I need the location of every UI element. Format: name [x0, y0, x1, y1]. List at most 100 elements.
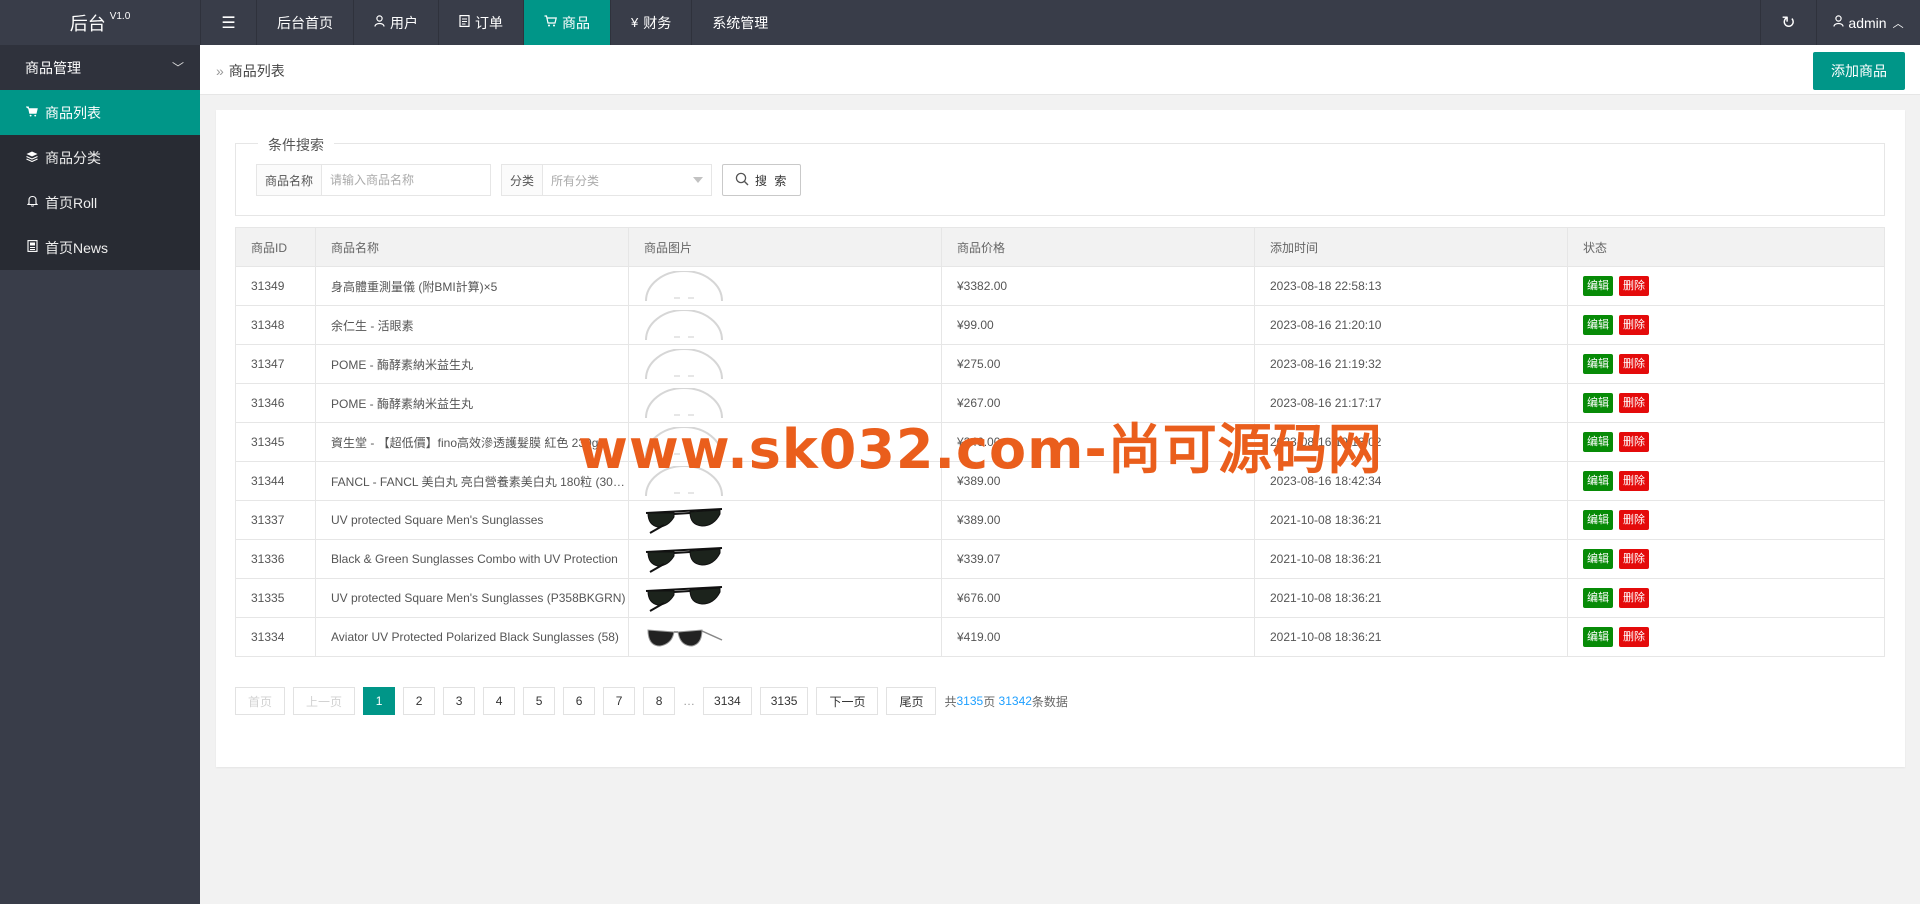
page-button-3134[interactable]: 3134: [703, 687, 752, 715]
table-header-row: 商品ID 商品名称 商品图片 商品价格 添加时间 状态: [235, 227, 1885, 267]
cell-price: ¥99.00: [941, 305, 1255, 345]
table-row[interactable]: 31348 余仁生 - 活眼素 ¥99.00 2023-08-16 21:20:…: [235, 305, 1885, 345]
col-header-status: 状态: [1567, 227, 1885, 267]
breadcrumb: » 商品列表: [216, 61, 285, 81]
category-select[interactable]: 所有分类: [543, 165, 711, 195]
cell-image: [628, 617, 942, 657]
delete-button[interactable]: 删除: [1619, 627, 1649, 647]
cell-id: 31348: [235, 305, 316, 345]
cell-id: 31349: [235, 266, 316, 306]
last-page-button[interactable]: 尾页: [886, 687, 937, 715]
nav-item-finance[interactable]: ¥ 财务: [610, 0, 691, 45]
cell-id: 31336: [235, 539, 316, 579]
cell-image: [628, 344, 942, 384]
search-row: 商品名称 分类 所有分类 搜 索: [256, 164, 802, 196]
delete-button[interactable]: 删除: [1619, 510, 1649, 530]
page-button-2[interactable]: 2: [403, 687, 436, 715]
logo[interactable]: 后台 V1.0: [0, 0, 200, 45]
category-label: 分类: [502, 165, 544, 195]
table-row[interactable]: 31336 Black & Green Sunglasses Combo wit…: [235, 539, 1885, 579]
page-button-3135[interactable]: 3135: [759, 687, 809, 715]
sidebar-group-products[interactable]: 商品管理 ﹀: [0, 45, 200, 90]
page-button-5[interactable]: 5: [523, 687, 556, 715]
cell-status: 编辑 删除: [1567, 500, 1885, 540]
cell-image: [628, 500, 942, 540]
page-button-1[interactable]: 1: [363, 687, 396, 715]
add-product-button[interactable]: 添加商品: [1813, 52, 1905, 90]
cell-status: 编辑 删除: [1567, 305, 1885, 345]
pagination-ellipsis: …: [683, 694, 696, 708]
sidebar-item-category[interactable]: 商品分类: [0, 135, 200, 180]
delete-button[interactable]: 删除: [1619, 432, 1649, 452]
table-row[interactable]: 31334 Aviator UV Protected Polarized Bla…: [235, 617, 1885, 657]
top-nav: ☰ 后台首页 用户 订单 商品 ¥ 财务 系统管理: [200, 0, 788, 45]
page-button-3[interactable]: 3: [443, 687, 476, 715]
sidebar-item-home-news[interactable]: 首页News: [0, 225, 200, 270]
delete-button[interactable]: 删除: [1619, 276, 1649, 296]
prev-page-button[interactable]: 上一页: [293, 687, 356, 715]
edit-button[interactable]: 编辑: [1583, 432, 1613, 452]
col-header-price: 商品价格: [941, 227, 1255, 267]
cell-time: 2021-10-08 18:36:21: [1254, 500, 1568, 540]
sidebar: 商品管理 ﹀ 商品列表 商品分类 首页Roll 首页News: [0, 45, 200, 904]
nav-item-users[interactable]: 用户: [353, 0, 438, 45]
user-menu[interactable]: admin ︿: [1816, 0, 1920, 45]
search-button[interactable]: 搜 索: [722, 164, 802, 196]
delete-button[interactable]: 删除: [1619, 315, 1649, 335]
page-button-6[interactable]: 6: [563, 687, 596, 715]
edit-button[interactable]: 编辑: [1583, 627, 1613, 647]
table-row[interactable]: 31347 POME - 酶酵素納米益生丸 ¥275.00 2023-08-16…: [235, 344, 1885, 384]
delete-button[interactable]: 删除: [1619, 393, 1649, 413]
page-button-7[interactable]: 7: [603, 687, 636, 715]
edit-button[interactable]: 编辑: [1583, 588, 1613, 608]
image-placeholder: [644, 310, 941, 340]
delete-button[interactable]: 删除: [1619, 354, 1649, 374]
edit-button[interactable]: 编辑: [1583, 471, 1613, 491]
cart-icon: [544, 15, 557, 30]
news-icon: [25, 240, 39, 255]
delete-button[interactable]: 删除: [1619, 549, 1649, 569]
nav-item-system[interactable]: 系统管理: [691, 0, 788, 45]
next-page-button[interactable]: 下一页: [816, 687, 879, 715]
refresh-icon: ↻: [1781, 12, 1796, 32]
sidebar-toggle-button[interactable]: ☰: [200, 0, 256, 45]
cell-id: 31334: [235, 617, 316, 657]
product-thumbnail: [644, 622, 941, 652]
cell-price: ¥275.00: [941, 344, 1255, 384]
menu-icon: ☰: [221, 14, 236, 32]
product-name-input[interactable]: [322, 165, 491, 195]
nav-item-dashboard[interactable]: 后台首页: [256, 0, 353, 45]
table-row[interactable]: 31337 UV protected Square Men's Sunglass…: [235, 500, 1885, 540]
cell-image: [628, 266, 942, 306]
total-count: 31342: [998, 694, 1032, 708]
edit-button[interactable]: 编辑: [1583, 510, 1613, 530]
total-pages: 3135: [956, 694, 984, 708]
edit-button[interactable]: 编辑: [1583, 549, 1613, 569]
product-thumbnail: [644, 505, 941, 535]
cell-id: 31335: [235, 578, 316, 618]
edit-button[interactable]: 编辑: [1583, 315, 1613, 335]
search-button-label: 搜 索: [755, 173, 789, 188]
delete-button[interactable]: 删除: [1619, 471, 1649, 491]
page-button-8[interactable]: 8: [643, 687, 676, 715]
refresh-button[interactable]: ↻: [1760, 0, 1816, 45]
nav-item-orders[interactable]: 订单: [438, 0, 523, 45]
pagination-total: 共 3135 页 31342 条数据: [944, 694, 1068, 709]
version-badge: V1.0: [109, 11, 131, 22]
edit-button[interactable]: 编辑: [1583, 393, 1613, 413]
delete-button[interactable]: 删除: [1619, 588, 1649, 608]
sidebar-item-product-list[interactable]: 商品列表: [0, 90, 200, 135]
page-button-4[interactable]: 4: [483, 687, 516, 715]
cell-price: ¥419.00: [941, 617, 1255, 657]
nav-item-products[interactable]: 商品: [523, 0, 610, 45]
cell-image: [628, 578, 942, 618]
pagination: 首页 上一页 1 2 3 4 5 6 7 8 … 3134 3135 下一页 尾…: [235, 687, 1068, 715]
yen-icon: ¥: [631, 15, 639, 30]
edit-button[interactable]: 编辑: [1583, 354, 1613, 374]
edit-button[interactable]: 编辑: [1583, 276, 1613, 296]
table-row[interactable]: 31349 身高體重測量儀 (附BMI計算)×5 ¥3382.00 2023-0…: [235, 266, 1885, 306]
sidebar-item-home-roll[interactable]: 首页Roll: [0, 180, 200, 225]
first-page-button[interactable]: 首页: [235, 687, 286, 715]
sidebar-group-label: 商品管理: [25, 59, 81, 76]
table-row[interactable]: 31335 UV protected Square Men's Sunglass…: [235, 578, 1885, 618]
